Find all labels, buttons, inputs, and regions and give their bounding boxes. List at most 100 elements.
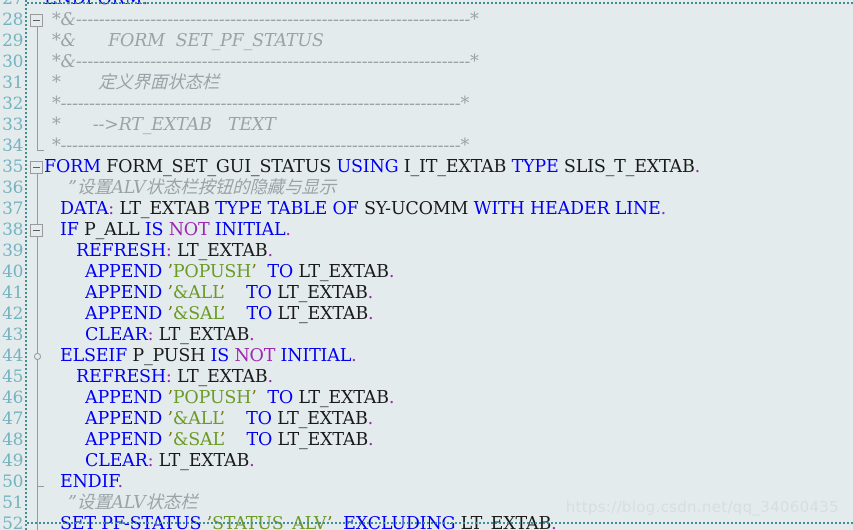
code-line-comment[interactable]: *---------------------------------------… <box>52 94 469 115</box>
token-id <box>225 430 246 450</box>
line-number: 46 <box>2 388 23 408</box>
line-number: 43 <box>2 325 23 345</box>
line-number: 36 <box>2 178 23 198</box>
token-id: LT_EXTAB <box>292 388 389 408</box>
token-id: LT_EXTAB <box>171 241 268 261</box>
token-id: FORM_SET_GUI_STATUS <box>100 157 337 177</box>
line-number: 45 <box>2 367 23 387</box>
code-line-comment[interactable]: *&--------------------------------------… <box>52 10 479 31</box>
fold-branch-dot-icon[interactable] <box>34 353 41 360</box>
code-line-comment[interactable]: * 定义界面状态栏 <box>52 73 219 94</box>
token-kw: TO <box>267 388 293 408</box>
token-str: &ALL <box>172 283 220 303</box>
code-line-comment[interactable]: *&--------------------------------------… <box>52 52 479 73</box>
token-id <box>225 283 246 303</box>
token-id <box>225 409 246 429</box>
fold-toggle-icon[interactable] <box>30 161 43 174</box>
fold-guide-if-block-foot <box>37 486 44 487</box>
token-kw: USING <box>336 157 399 177</box>
code-line-comment[interactable]: *---------------------------------------… <box>52 136 469 157</box>
line-number: 37 <box>2 199 23 219</box>
line-number: 52 <box>2 514 23 530</box>
code-folding-column[interactable] <box>27 0 49 530</box>
token-id: SLIS_T_EXTAB <box>558 157 695 177</box>
token-pn: . <box>367 409 374 429</box>
line-number: 38 <box>2 220 23 240</box>
code-line[interactable]: ELSEIF P_PUSH IS NOT INITIAL. <box>60 346 357 367</box>
token-pn: . <box>388 388 395 408</box>
code-line[interactable]: APPEND ’&ALL’ TO LT_EXTAB. <box>85 409 373 430</box>
watermark-url: https://blog.csdn.net/qq_34060435 <box>565 498 839 516</box>
token-kw: ENDIF <box>60 472 118 492</box>
token-pn: . <box>367 304 374 324</box>
token-id: P_PUSH <box>127 346 211 366</box>
token-kw: APPEND <box>85 304 163 324</box>
token-id <box>225 304 246 324</box>
code-line[interactable]: REFRESH: LT_EXTAB. <box>76 241 273 262</box>
code-line[interactable]: APPEND ’&SAL’ TO LT_EXTAB. <box>85 304 374 325</box>
code-line[interactable]: APPEND ’POPUSH’ TO LT_EXTAB. <box>85 388 394 409</box>
comment-text: *&--------------------------------------… <box>52 10 479 30</box>
line-number: 28 <box>2 10 23 30</box>
code-line-comment[interactable]: *& FORM SET_PF_STATUS <box>52 31 324 52</box>
token-pn: . <box>267 241 273 261</box>
code-line-comment[interactable]: ”设置ALV状态栏 <box>68 493 198 514</box>
code-line[interactable]: IF P_ALL IS NOT INITIAL. <box>60 220 291 241</box>
fold-toggle-icon[interactable] <box>30 14 43 27</box>
token-kw: APPEND <box>85 283 163 303</box>
code-line[interactable]: ENDIF. <box>60 472 123 493</box>
fold-toggle-icon[interactable] <box>30 224 43 237</box>
token-pn: . <box>249 451 255 471</box>
token-kw: TO <box>267 262 293 282</box>
code-line-comment[interactable]: * -->RT_EXTAB TEXT <box>52 115 276 136</box>
line-number: 39 <box>2 241 23 261</box>
token-kw: CLEAR <box>85 325 148 345</box>
code-line[interactable]: CLEAR: LT_EXTAB. <box>85 451 255 472</box>
code-content[interactable]: ENDFORM.*&------------------------------… <box>40 0 853 530</box>
code-line[interactable]: APPEND ’&SAL’ TO LT_EXTAB. <box>85 430 374 451</box>
code-line[interactable]: FORM FORM_SET_GUI_STATUS USING I_IT_EXTA… <box>44 157 700 178</box>
code-line[interactable]: REFRESH: LT_EXTAB. <box>76 367 273 388</box>
token-kw: REFRESH <box>76 241 166 261</box>
line-number: 48 <box>2 430 23 450</box>
line-number: 47 <box>2 409 23 429</box>
token-kw: IF <box>60 220 79 240</box>
token-kw: ELSEIF <box>60 346 128 366</box>
code-line[interactable]: DATA: LT_EXTAB TYPE TABLE OF SY-UCOMM WI… <box>60 199 666 220</box>
code-line[interactable]: CLEAR: LT_EXTAB. <box>85 325 255 346</box>
comment-text: *&--------------------------------------… <box>52 52 479 72</box>
token-str: POPUSH <box>172 388 252 408</box>
token-pn: . <box>267 367 273 387</box>
top-dotted-separator <box>27 2 853 4</box>
token-kw: INITIAL <box>214 220 286 240</box>
comment-text: *---------------------------------------… <box>52 136 470 156</box>
token-pn: . <box>388 262 395 282</box>
code-line[interactable]: APPEND ’POPUSH’ TO LT_EXTAB. <box>85 262 394 283</box>
token-id: SY-UCOMM <box>358 199 474 219</box>
token-kw: APPEND <box>85 388 163 408</box>
line-number: 40 <box>2 262 23 282</box>
token-id: LT_EXTAB <box>271 409 368 429</box>
token-id: LT_EXTAB <box>271 283 368 303</box>
fold-guide-if-block <box>37 236 38 486</box>
token-id <box>257 388 268 408</box>
fold-guide-comment-block-foot <box>37 150 44 151</box>
code-line-comment[interactable]: ”设置ALV状态栏按钮的隐藏与显示 <box>68 178 336 199</box>
token-kw: TYPE <box>511 157 559 177</box>
token-kw: APPEND <box>85 409 163 429</box>
fold-guide-comment-block <box>37 26 38 150</box>
token-kw: WITH HEADER LINE <box>473 199 661 219</box>
comment-text: * -->RT_EXTAB TEXT <box>52 115 276 135</box>
code-line[interactable]: APPEND ’&ALL’ TO LT_EXTAB. <box>85 283 373 304</box>
line-number: 31 <box>2 73 23 93</box>
token-kw: DATA <box>60 199 109 219</box>
token-kw: TYPE TABLE OF <box>215 199 359 219</box>
line-number: 34 <box>2 136 23 156</box>
token-kw: TO <box>246 283 272 303</box>
token-kw: IS <box>144 220 164 240</box>
token-id: LT_EXTAB <box>272 304 369 324</box>
line-number: 49 <box>2 451 23 471</box>
line-number: 33 <box>2 115 23 135</box>
token-kw: CLEAR <box>85 451 148 471</box>
token-id: I_IT_EXTAB <box>398 157 512 177</box>
